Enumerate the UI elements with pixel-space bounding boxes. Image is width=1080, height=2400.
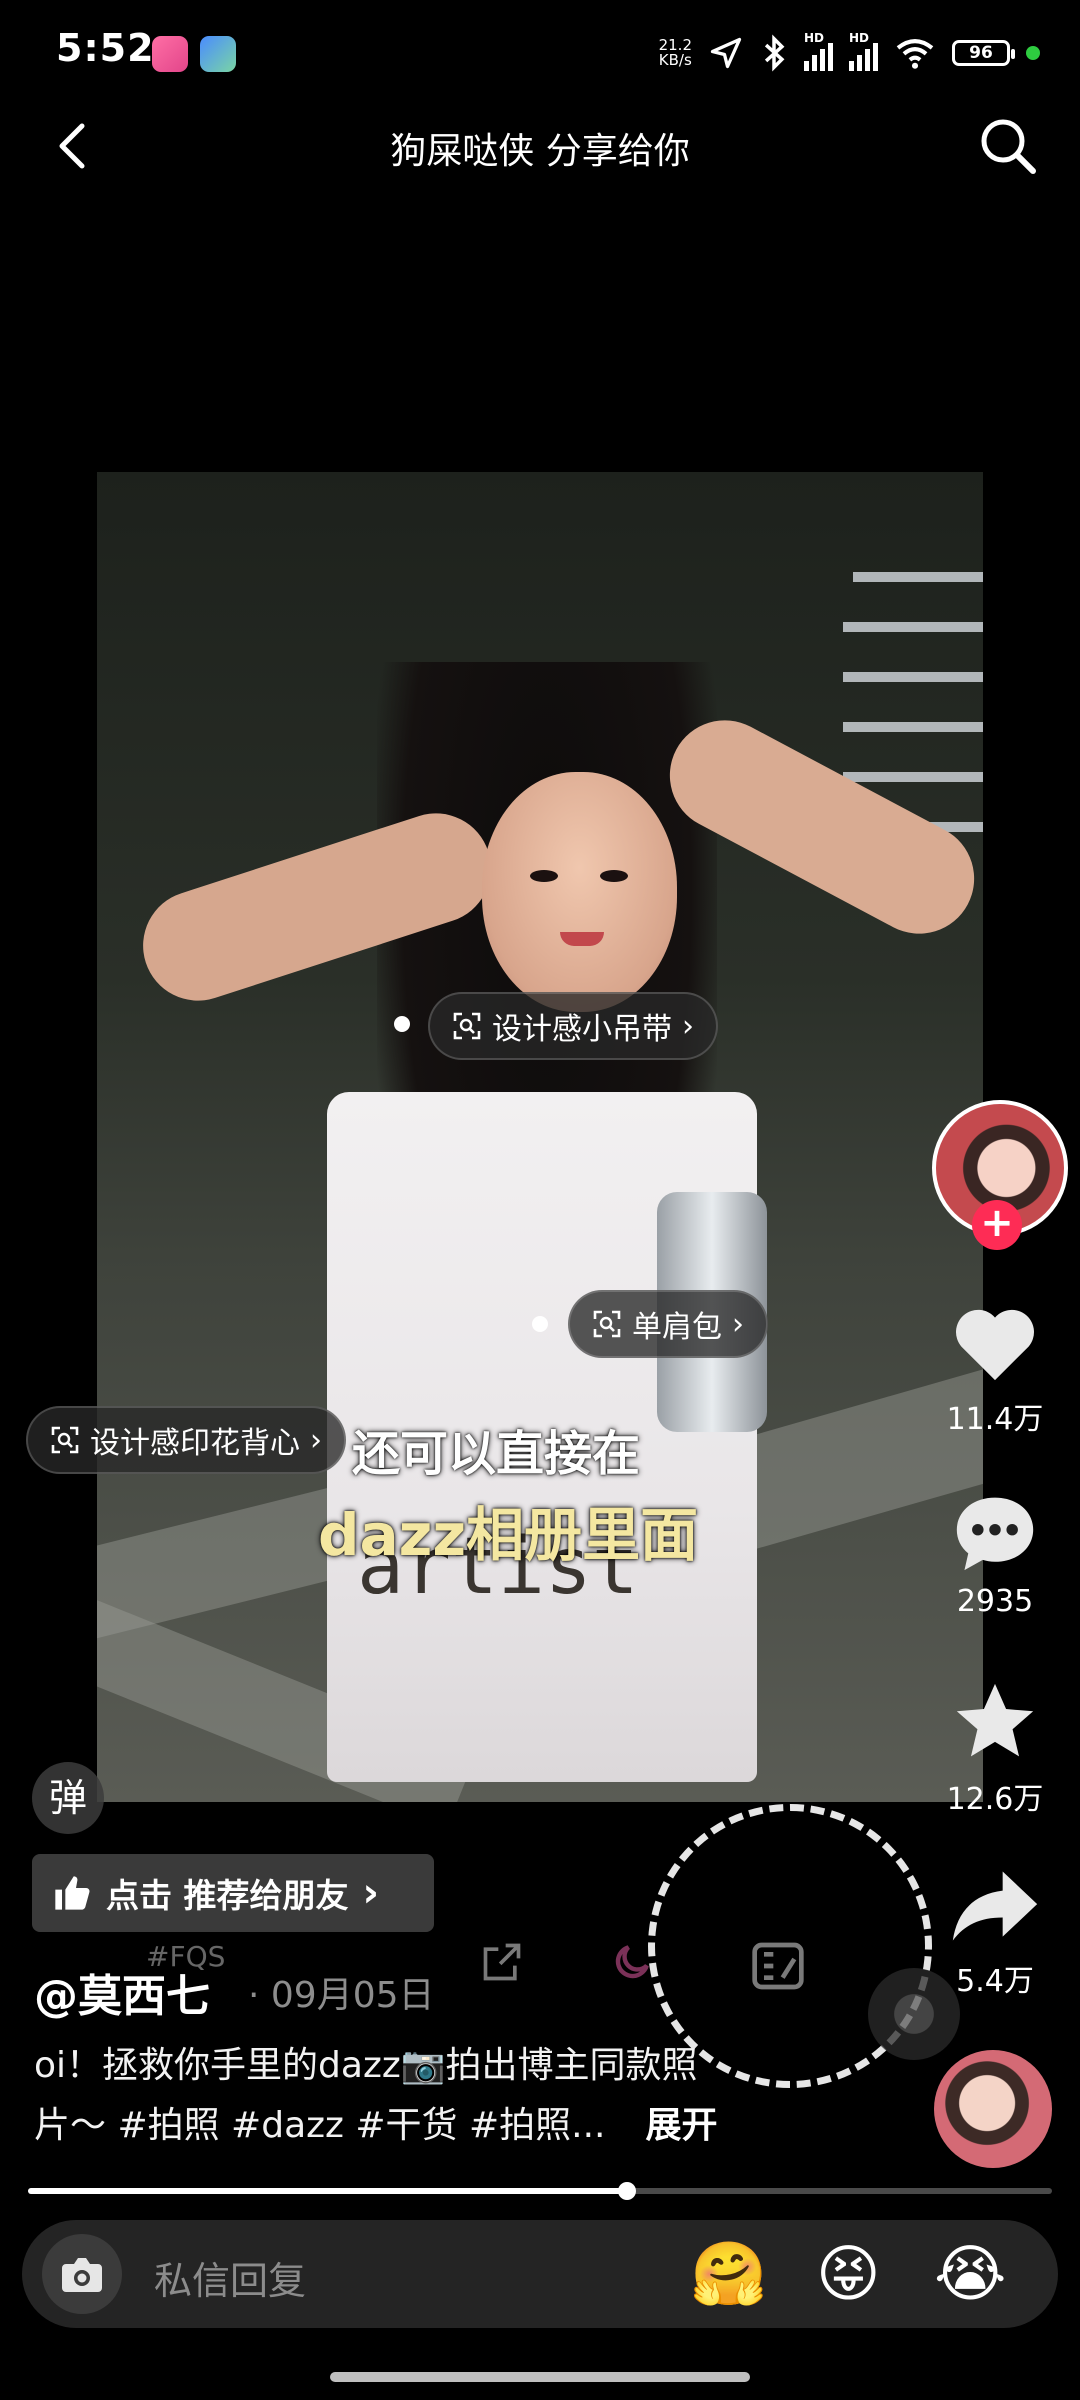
chevron-right-icon: › bbox=[310, 1422, 322, 1458]
progress-knob[interactable] bbox=[618, 2182, 636, 2200]
net-speed: 21.2 KB/s bbox=[658, 36, 692, 69]
chevron-right-icon: › bbox=[732, 1306, 744, 1342]
home-indicator[interactable] bbox=[330, 2372, 750, 2382]
privacy-dot bbox=[1026, 46, 1040, 60]
chevron-right-icon: › bbox=[682, 1008, 694, 1044]
signal-icon-2: HD bbox=[849, 31, 878, 71]
share-title: 狗屎哒侠 分享给你 bbox=[390, 131, 690, 172]
camera-icon bbox=[62, 2258, 102, 2292]
assistive-float-ball[interactable] bbox=[868, 1968, 960, 2060]
wifi-icon bbox=[896, 39, 934, 69]
search-icon[interactable] bbox=[976, 114, 1040, 178]
post-date: · 09月05日 bbox=[248, 1975, 435, 2016]
product-tag-print-vest[interactable]: 设计感印花背心 › bbox=[26, 1406, 346, 1474]
comment-button[interactable]: 2935 bbox=[930, 1490, 1060, 1619]
product-tag-shoulder-bag[interactable]: 单肩包 › bbox=[568, 1290, 768, 1358]
favorite-button[interactable]: 12.6万 bbox=[930, 1680, 1060, 1818]
video-subtitle-line1: 还可以直接在 bbox=[352, 1426, 641, 1482]
game-app-icon bbox=[200, 36, 236, 72]
danmaku-toggle[interactable]: 弹 bbox=[32, 1762, 104, 1834]
expand-caption-button[interactable]: 展开 bbox=[645, 2105, 717, 2146]
comment-icon bbox=[956, 1497, 1034, 1571]
signal-icon: HD bbox=[804, 31, 833, 71]
progress-fill bbox=[28, 2188, 627, 2194]
like-count: 11.4万 bbox=[946, 1402, 1044, 1437]
open-external-icon[interactable] bbox=[480, 1940, 524, 1984]
share-arrow-icon bbox=[952, 1871, 1038, 1941]
recommend-to-friends-button[interactable]: 点击 推荐给朋友 › bbox=[32, 1854, 434, 1932]
reply-bar: 私信回复 🤗 😝 😭 bbox=[22, 2220, 1058, 2328]
tag-anchor-dot bbox=[394, 1016, 410, 1032]
scan-icon bbox=[453, 1012, 481, 1040]
camera-button[interactable] bbox=[42, 2234, 122, 2314]
follow-button[interactable]: + bbox=[972, 1200, 1022, 1250]
thumbs-up-icon bbox=[55, 1876, 90, 1910]
heart-icon bbox=[956, 1309, 1034, 1381]
star-icon bbox=[956, 1683, 1034, 1757]
author-name[interactable]: @莫西七 bbox=[34, 1960, 210, 2024]
emoji-cry-button[interactable]: 😭 bbox=[934, 2238, 1006, 2310]
emoji-tongue-button[interactable]: 😝 bbox=[816, 2238, 881, 2310]
reply-input[interactable]: 私信回复 bbox=[154, 2250, 306, 2305]
scan-icon bbox=[51, 1426, 79, 1454]
like-button[interactable]: 11.4万 bbox=[930, 1300, 1060, 1438]
tag-anchor-dot bbox=[532, 1316, 548, 1332]
chevron-right-icon: › bbox=[362, 1870, 379, 1916]
bluetooth-icon bbox=[764, 34, 785, 72]
battery-indicator: 96 bbox=[952, 40, 1015, 66]
post-photo[interactable]: artist bbox=[97, 472, 983, 1802]
post-caption[interactable]: oi！拯救你手里的dazz📷拍出博主同款照 片～ #拍照 #dazz #干货 #… bbox=[34, 2036, 854, 2156]
bilibili-app-icon bbox=[152, 36, 188, 72]
comment-count: 2935 bbox=[956, 1584, 1034, 1619]
favorite-count: 12.6万 bbox=[946, 1782, 1044, 1817]
share-button[interactable]: 5.4万 bbox=[930, 1866, 1060, 2000]
video-subtitle-line2: dazz相册里面 bbox=[318, 1501, 699, 1569]
location-icon bbox=[710, 37, 742, 69]
status-time: 5:52 bbox=[56, 26, 155, 70]
music-disc-avatar[interactable] bbox=[934, 2050, 1052, 2168]
playback-progress-bar[interactable] bbox=[28, 2182, 1052, 2200]
status-bar: 5:52 21.2 KB/s HD HD 96 bbox=[0, 0, 1080, 84]
product-tag-camisole[interactable]: 设计感小吊带 › bbox=[428, 992, 718, 1060]
scan-icon bbox=[593, 1310, 621, 1338]
emoji-hug-button[interactable]: 🤗 bbox=[690, 2238, 767, 2310]
